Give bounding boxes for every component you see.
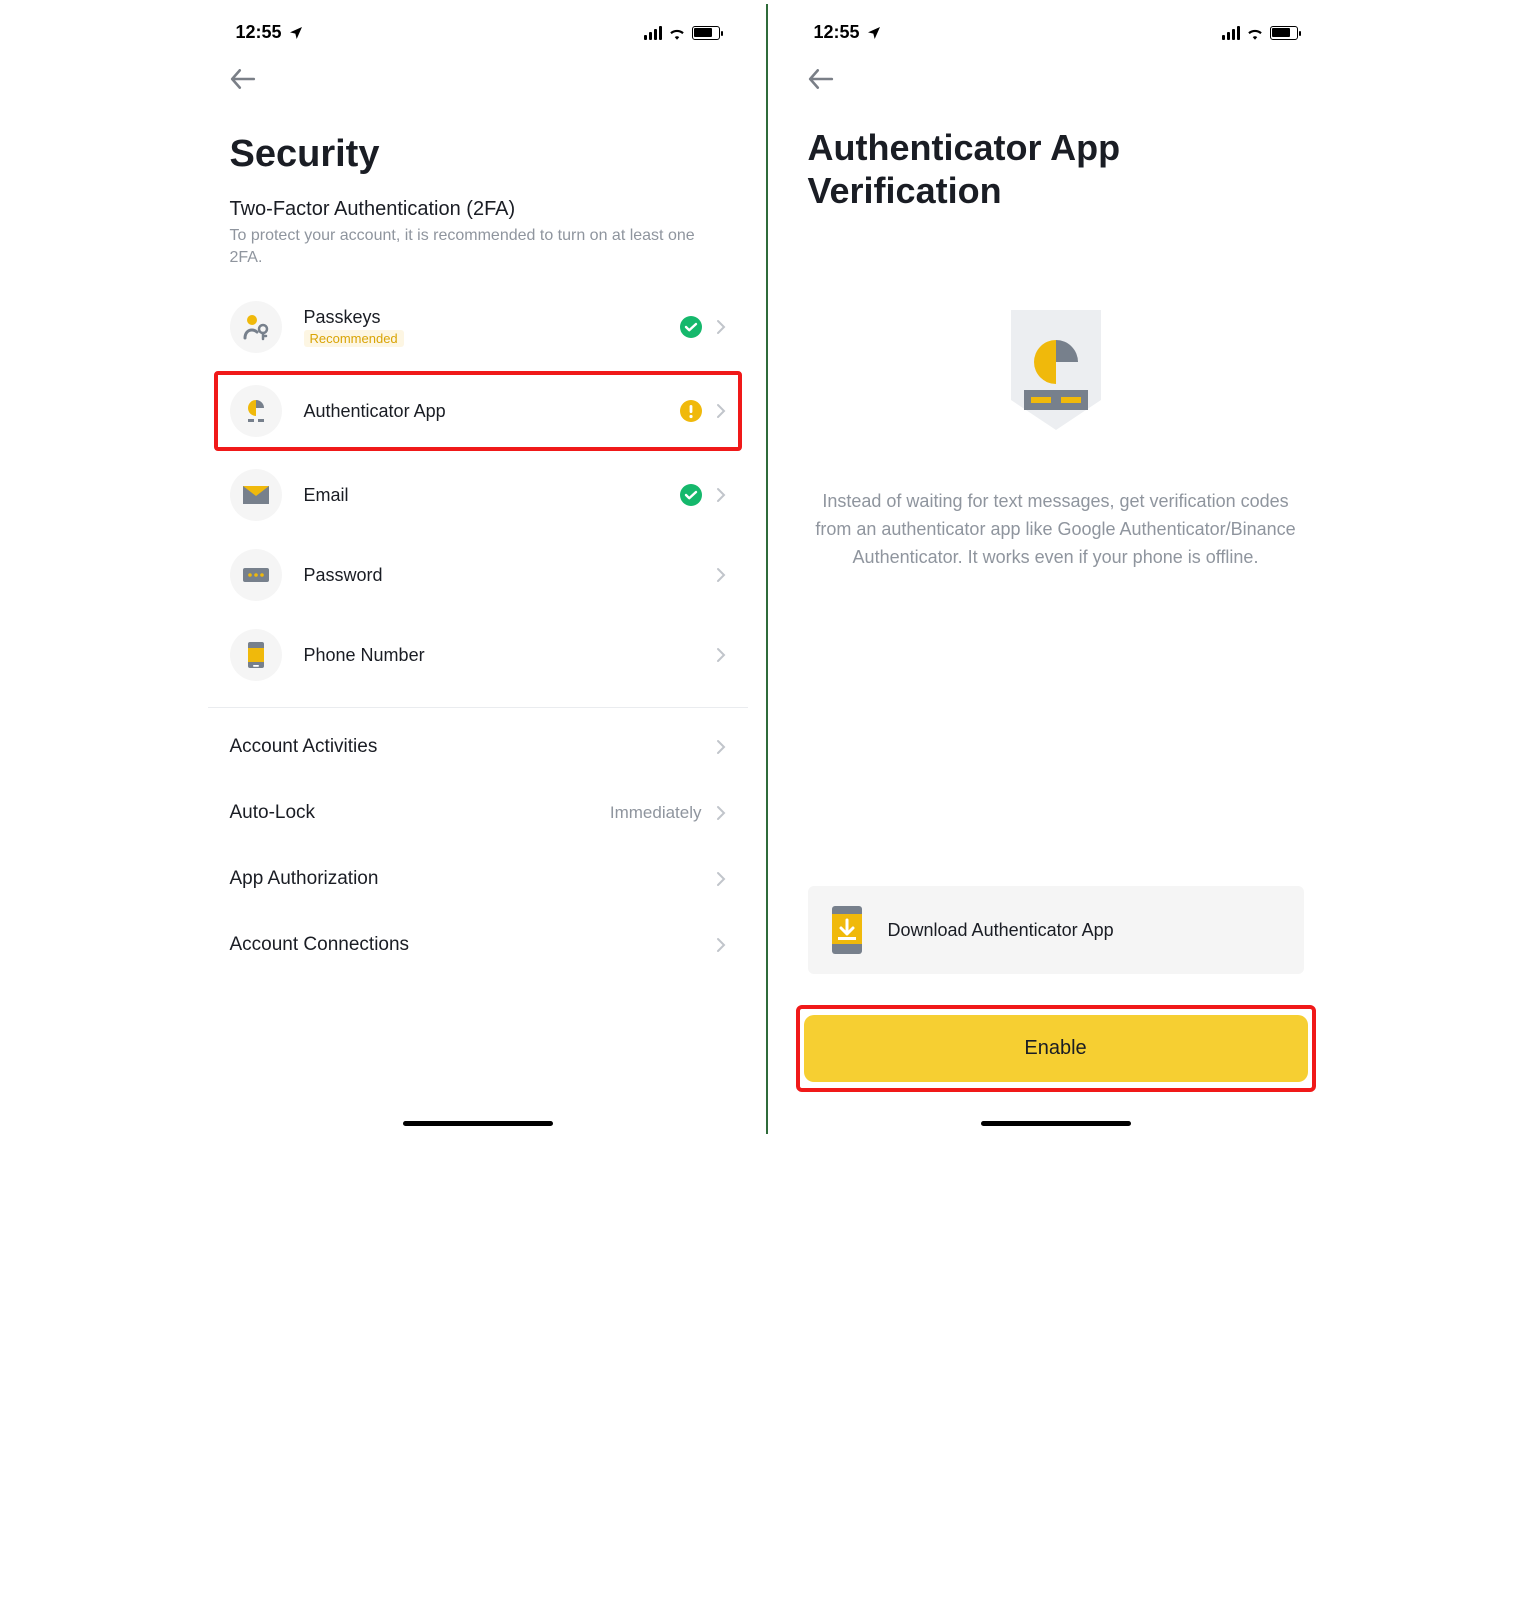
battery-icon: [1270, 26, 1298, 40]
status-bar: 12:55: [786, 4, 1326, 51]
setting-label: Phone Number: [304, 645, 716, 666]
status-bar: 12:55: [208, 4, 748, 51]
row-label: Auto-Lock: [230, 802, 610, 824]
download-phone-icon: [826, 904, 868, 956]
setting-item-authenticator[interactable]: Authenticator App: [208, 371, 748, 451]
row-label: Account Connections: [230, 934, 716, 956]
password-icon: [230, 549, 282, 601]
cellular-icon: [644, 26, 662, 40]
enable-button[interactable]: Enable: [804, 1015, 1308, 1082]
screen-security: 12:55 Security Two-Factor Authentication…: [208, 4, 748, 1134]
page-title: Security: [208, 104, 748, 194]
phone-icon: [230, 629, 282, 681]
description-text: Instead of waiting for text messages, ge…: [786, 460, 1326, 572]
chevron-right-icon: [716, 487, 726, 503]
section-label: Two-Factor Authentication (2FA): [208, 194, 748, 223]
authenticator-illustration: [786, 228, 1326, 460]
row-account-activities[interactable]: Account Activities: [208, 714, 748, 780]
recommended-badge: Recommended: [304, 330, 404, 347]
wifi-icon: [1246, 26, 1264, 40]
chevron-right-icon: [716, 937, 726, 953]
location-icon: [288, 25, 304, 41]
screen-authenticator-verification: 12:55 Authenticator App Verification Ins…: [786, 4, 1326, 1134]
screens-divider: [766, 4, 768, 1134]
row-app-authorization[interactable]: App Authorization: [208, 846, 748, 912]
section-description: To protect your account, it is recommend…: [208, 223, 748, 288]
download-label: Download Authenticator App: [888, 920, 1114, 941]
email-icon: [230, 469, 282, 521]
status-time: 12:55: [814, 22, 860, 43]
page-title: Authenticator App Verification: [786, 104, 1326, 228]
setting-label: Email: [304, 485, 680, 506]
setting-label: Passkeys: [304, 307, 680, 328]
check-circle-icon: [680, 316, 702, 338]
row-label: App Authorization: [230, 868, 716, 890]
location-icon: [866, 25, 882, 41]
setting-item-password[interactable]: Password: [208, 535, 748, 615]
check-circle-icon: [680, 484, 702, 506]
chevron-right-icon: [716, 403, 726, 419]
row-account-connections[interactable]: Account Connections: [208, 912, 748, 978]
setting-label: Authenticator App: [304, 401, 680, 422]
row-auto-lock[interactable]: Auto-Lock Immediately: [208, 780, 748, 846]
back-icon[interactable]: [230, 69, 256, 89]
chevron-right-icon: [716, 647, 726, 663]
chevron-right-icon: [716, 871, 726, 887]
row-value: Immediately: [610, 803, 702, 823]
setting-label: Password: [304, 565, 716, 586]
alert-circle-icon: [680, 400, 702, 422]
chevron-right-icon: [716, 567, 726, 583]
chevron-right-icon: [716, 319, 726, 335]
setting-item-email[interactable]: Email: [208, 455, 748, 535]
chevron-right-icon: [716, 739, 726, 755]
divider: [208, 707, 748, 708]
back-icon[interactable]: [808, 69, 834, 89]
authenticator-icon: [230, 385, 282, 437]
download-authenticator-card[interactable]: Download Authenticator App: [808, 886, 1304, 974]
cellular-icon: [1222, 26, 1240, 40]
chevron-right-icon: [716, 805, 726, 821]
wifi-icon: [668, 26, 686, 40]
home-indicator: [981, 1121, 1131, 1126]
setting-item-phone[interactable]: Phone Number: [208, 615, 748, 695]
status-time: 12:55: [236, 22, 282, 43]
passkeys-icon: [230, 301, 282, 353]
setting-item-passkeys[interactable]: Passkeys Recommended: [208, 287, 748, 367]
battery-icon: [692, 26, 720, 40]
row-label: Account Activities: [230, 736, 716, 758]
home-indicator: [403, 1121, 553, 1126]
